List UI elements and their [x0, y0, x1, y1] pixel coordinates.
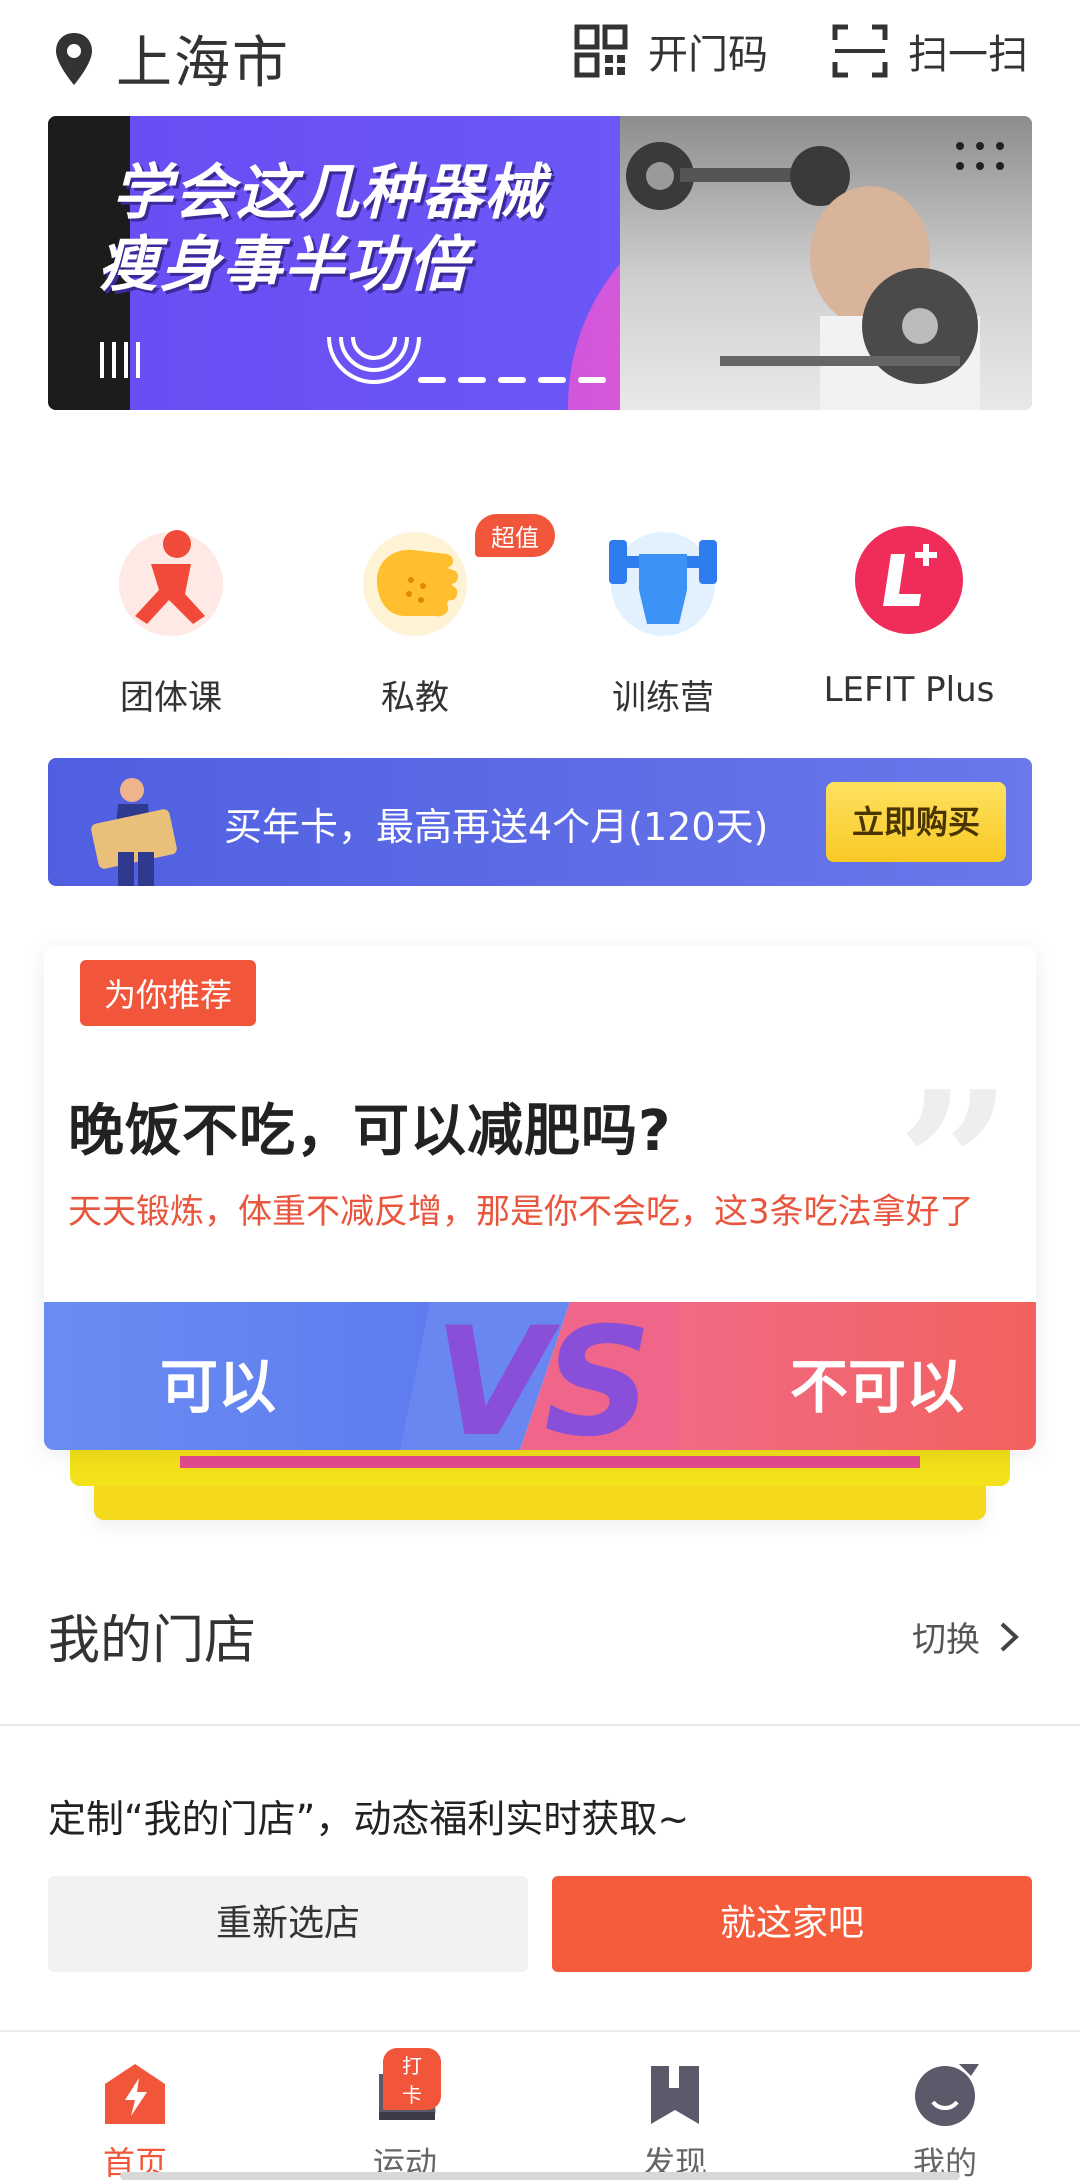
recommend-card[interactable]: 为你推荐 ” 晚饭不吃，可以减肥吗? 天天锻炼，体重不减反增，那是你不会吃，这3…	[44, 946, 1036, 1450]
entry-label: LEFIT Plus	[823, 670, 995, 710]
top-header: 上海市 开门码 扫一扫	[0, 0, 1080, 110]
recommend-subtitle: 天天锻炼，体重不减反增，那是你不会吃，这3条吃法拿好了	[68, 1192, 974, 1232]
entry-group-class[interactable]: 团体课	[48, 490, 294, 719]
entry-label: 训练营	[612, 678, 714, 718]
personal-trainer-icon: 超值	[355, 514, 555, 640]
reselect-store-button[interactable]: 重新选店	[48, 1876, 528, 1972]
vote-yes-label: 可以	[160, 1353, 277, 1421]
bookmark-icon	[639, 2058, 711, 2130]
promo-text: 买年卡，最高再送4个月(120天)	[224, 805, 769, 849]
buy-now-button[interactable]: 立即购买	[826, 782, 1006, 862]
recommend-question: 晚饭不吃，可以减肥吗?	[68, 1099, 672, 1164]
promo-banner[interactable]: 学会这几种器械 瘦身事半功倍	[48, 116, 1032, 410]
qr-code-icon	[574, 24, 628, 78]
quote-mark-icon: ”	[896, 1048, 1012, 1283]
banner-tick-marks	[100, 342, 148, 382]
lefit-plus-icon	[849, 520, 969, 640]
location-pin-icon	[56, 32, 92, 85]
home-indicator	[120, 2172, 960, 2180]
door-code-label: 开门码	[648, 32, 768, 78]
scan-label: 扫一扫	[908, 32, 1028, 78]
check-in-badge: 打卡	[383, 2048, 441, 2110]
banner-dashes	[418, 368, 618, 387]
card-stack-middle	[70, 1450, 1010, 1486]
vs-divider: VS	[400, 1302, 680, 1450]
scan-button[interactable]: 扫一扫	[832, 22, 1028, 80]
scan-icon	[832, 24, 888, 78]
annual-card-promo[interactable]: 买年卡，最高再送4个月(120天) 立即购买	[48, 758, 1032, 886]
tab-discover[interactable]: 发现	[540, 2032, 810, 2180]
tab-home[interactable]: 首页	[0, 2032, 270, 2180]
switch-store-button[interactable]: 切换	[912, 1612, 1024, 1661]
entry-training-camp[interactable]: 训练营	[540, 490, 786, 719]
entry-label: 团体课	[120, 678, 222, 718]
bottom-tab-bar: 首页 打卡 运动 发现 我的	[0, 2030, 1080, 2180]
quick-entries: 团体课 超值 私教 训练营 LEFIT Plus	[0, 490, 1080, 730]
tab-sport[interactable]: 打卡 运动	[270, 2032, 540, 2180]
chevron-right-icon	[1000, 1622, 1019, 1651]
city-name: 上海市	[116, 31, 290, 96]
confirm-store-button[interactable]: 就这家吧	[552, 1876, 1032, 1972]
door-code-button[interactable]: 开门码	[574, 22, 768, 80]
tab-mine[interactable]: 我的	[810, 2032, 1080, 2180]
home-icon	[99, 2058, 171, 2130]
vote-no-label: 不可以	[789, 1353, 964, 1421]
recommend-tag: 为你推荐	[80, 960, 257, 1026]
dumbbell-illustration	[626, 142, 1004, 410]
my-store-header: 我的门店 切换	[48, 1598, 1032, 1678]
entry-label: 私教	[381, 678, 449, 718]
section-divider	[0, 1724, 1080, 1726]
group-class-icon	[111, 520, 231, 640]
switch-label: 切换	[912, 1620, 980, 1660]
store-tip: 定制“我的门店”，动态福利实时获取~	[48, 1797, 690, 1841]
training-camp-icon	[603, 520, 723, 640]
my-store-title: 我的门店	[48, 1611, 257, 1671]
banner-athlete-image	[620, 116, 1032, 410]
card-person-illustration	[91, 778, 177, 886]
vs-label: VS	[433, 1296, 652, 1450]
banner-headline-2: 瘦身事半功倍	[98, 230, 470, 300]
sneaker-icon: 打卡	[369, 2048, 441, 2130]
banner-arc-decor	[327, 336, 421, 384]
entry-personal-trainer[interactable]: 超值 私教	[292, 490, 555, 719]
location-selector[interactable]: 上海市	[52, 18, 290, 99]
entry-lefit-plus[interactable]: LEFIT Plus	[786, 490, 1032, 710]
profile-icon	[909, 2058, 981, 2130]
